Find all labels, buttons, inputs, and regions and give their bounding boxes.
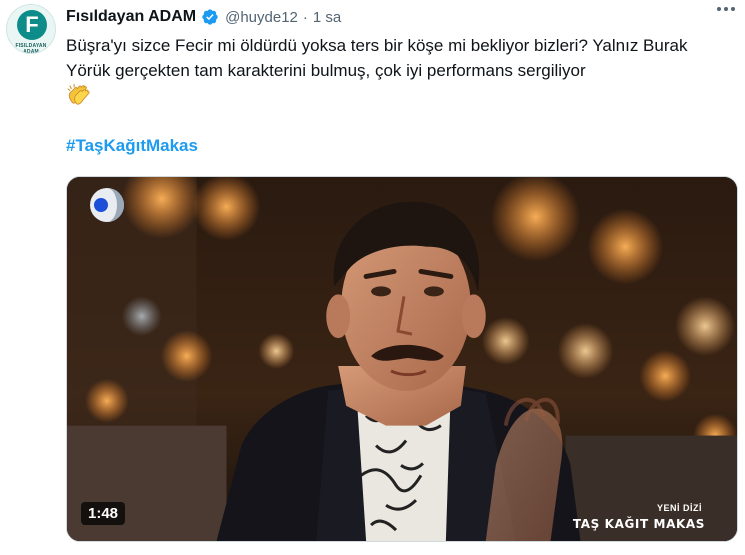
video-player[interactable]: 1:48 YENİ DİZİ TAŞ KAĞIT MAKAS xyxy=(66,176,738,542)
video-duration: 1:48 xyxy=(81,502,126,525)
clapping-hands-icon xyxy=(67,84,90,105)
verified-badge-icon xyxy=(202,9,218,25)
show-title: TAŞ KAĞIT MAKAS xyxy=(572,517,705,531)
more-options-icon[interactable] xyxy=(717,7,735,11)
tweet-header: Fısıldayan ADAM @huyde12 · 1 sa xyxy=(66,6,735,28)
show-badge-new: YENİ DİZİ xyxy=(656,503,702,513)
tweet-timestamp[interactable]: 1 sa xyxy=(313,9,341,26)
kanal-d-logo xyxy=(90,188,124,222)
separator-dot: · xyxy=(302,8,308,26)
hashtag-link[interactable]: #TaşKağıtMakas xyxy=(66,136,198,156)
tweet-text: Büşra'yı sizce Fecir mi öldürdü yoksa te… xyxy=(66,36,688,80)
author-name[interactable]: Fısıldayan ADAM xyxy=(66,8,196,26)
avatar-caption: FISILDAYAN ADAM xyxy=(15,43,47,54)
author-avatar[interactable]: F FISILDAYAN ADAM xyxy=(6,4,56,54)
avatar-logo: F xyxy=(17,10,47,40)
video-thumbnail xyxy=(67,177,737,541)
author-handle[interactable]: @huyde12 xyxy=(225,9,298,26)
